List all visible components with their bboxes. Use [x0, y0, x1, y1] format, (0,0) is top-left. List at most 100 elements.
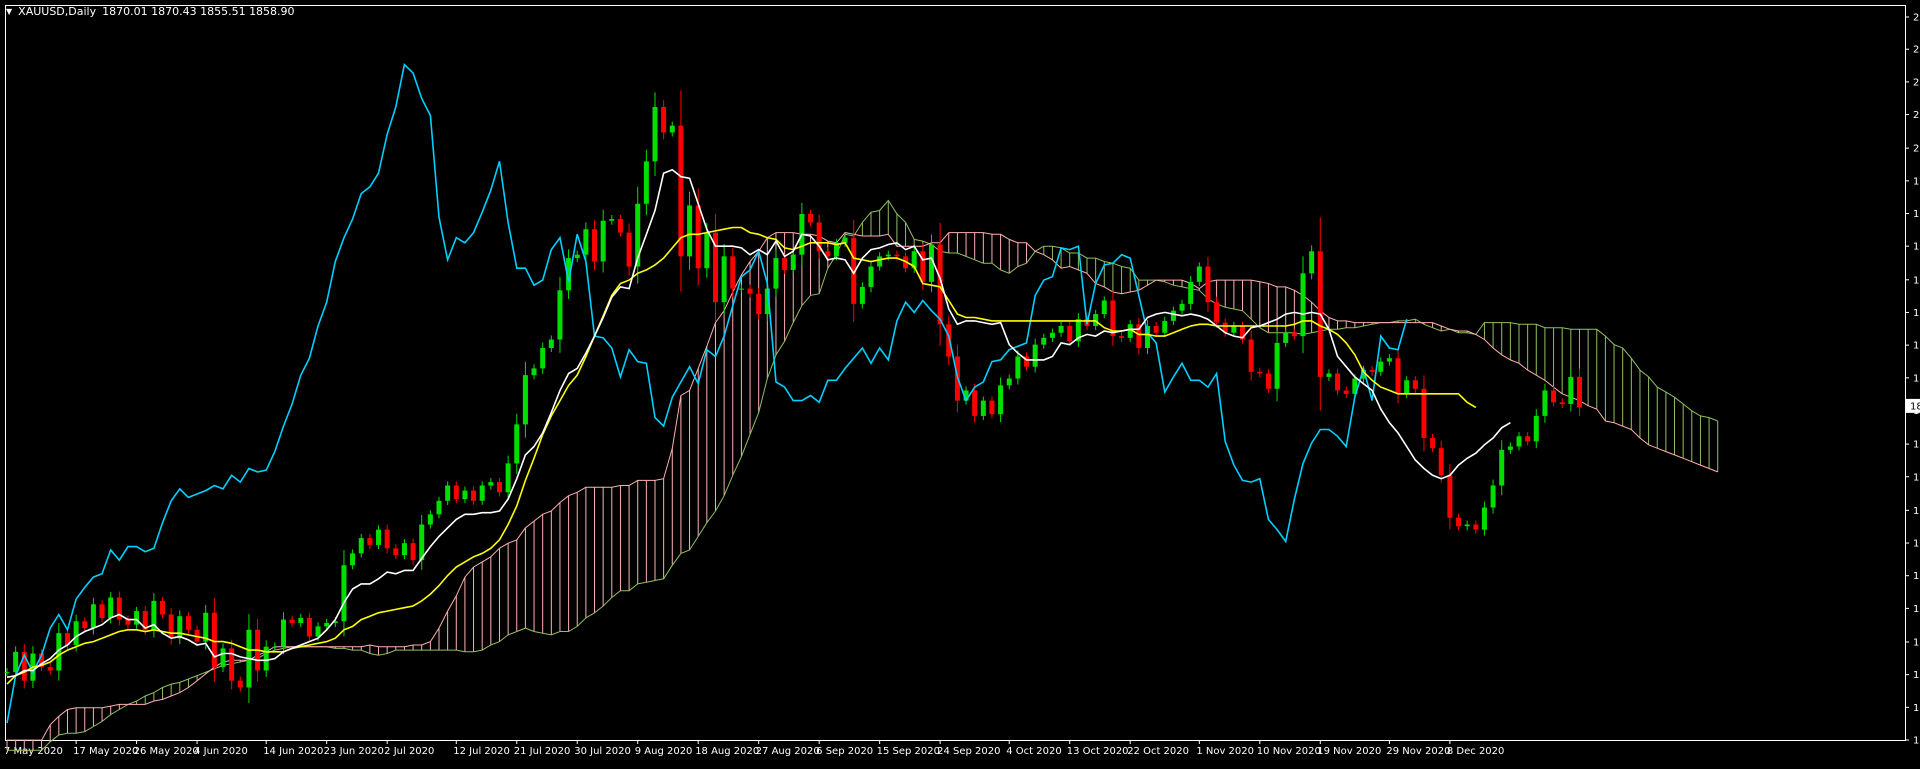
candle: [471, 486, 477, 505]
candle: [609, 214, 615, 225]
candle-body: [393, 548, 399, 556]
candle: [237, 676, 243, 692]
candle-body: [531, 368, 537, 376]
candle-body: [756, 293, 762, 315]
candle-body: [1335, 373, 1341, 391]
tenkan-sen-line: [6, 168, 1511, 679]
candle-body: [626, 232, 632, 267]
candle-body: [73, 621, 79, 646]
candle: [998, 377, 1004, 423]
y-tick-label: 1700.55: [1913, 670, 1920, 681]
candle-body: [1473, 524, 1479, 530]
x-tick-label: 27 Aug 2020: [756, 746, 820, 757]
candle: [1024, 352, 1030, 371]
y-tick-label: 1953.00: [1913, 242, 1920, 253]
candle-body: [1067, 325, 1073, 342]
candle: [1170, 306, 1176, 325]
y-tick-label: 1894.70: [1913, 341, 1920, 352]
candle-body: [989, 400, 995, 415]
candle-body: [445, 485, 451, 501]
candle-body: [583, 229, 589, 255]
candle-body: [790, 254, 796, 270]
candle-body: [894, 254, 900, 257]
symbol-name: XAUUSD,Daily: [18, 5, 97, 18]
candle-body: [1093, 314, 1099, 326]
candle: [669, 121, 675, 137]
candle-body: [540, 348, 546, 369]
x-tick-label: 4 Jun 2020: [194, 746, 248, 757]
candle: [652, 92, 658, 176]
x-tick-label: 15 Sep 2020: [877, 746, 940, 757]
candle: [488, 478, 494, 490]
candle: [1067, 321, 1073, 346]
candle-body: [998, 385, 1004, 415]
candle: [1162, 316, 1168, 337]
senkou-span-b-line: [7, 232, 1718, 741]
price-chart[interactable]: 2088.03 2069.05 2049.80 2030.55 2010.75 1991.…: [0, 0, 1920, 769]
candle-body: [272, 646, 278, 648]
y-tick-label: 1662.05: [1913, 736, 1920, 747]
candle-body: [453, 485, 459, 500]
candle-body: [1499, 449, 1505, 486]
y-tick-label: 1991.50: [1913, 176, 1920, 187]
candle-body: [384, 529, 390, 549]
candle-body: [557, 290, 563, 340]
chart-window[interactable]: 2088.03 2069.05 2049.80 2030.55 2010.75 1991.…: [0, 0, 1920, 769]
candle: [1525, 432, 1531, 446]
candle-body: [1456, 517, 1462, 527]
x-tick-label: 13 Oct 2020: [1067, 746, 1129, 757]
candle: [1041, 333, 1047, 349]
candle: [185, 612, 191, 634]
x-tick-label: 14 Jun 2020: [263, 746, 323, 757]
candle: [1265, 369, 1271, 393]
candle-body: [280, 619, 286, 647]
x-tick-label: 10 Nov 2020: [1257, 746, 1321, 757]
collapse-triangle-icon[interactable]: ▼: [6, 7, 12, 16]
candle-body: [488, 482, 494, 486]
candle-body: [177, 616, 183, 639]
x-tick-label: 9 Aug 2020: [635, 746, 693, 757]
y-tick-label: 1972.25: [1913, 209, 1920, 220]
candle-body: [108, 597, 114, 618]
candle: [1386, 354, 1392, 366]
candle-body: [695, 205, 701, 269]
candle-body: [808, 213, 814, 223]
x-tick-label: 22 Oct 2020: [1127, 746, 1189, 757]
candle-body: [1196, 266, 1202, 282]
y-tick-label: 1758.85: [1913, 571, 1920, 582]
candle: [816, 214, 822, 260]
candle: [1473, 520, 1479, 534]
candle: [522, 361, 528, 438]
candle: [1291, 328, 1297, 341]
candle-body: [1507, 446, 1513, 450]
candle: [298, 613, 304, 628]
candle: [1240, 321, 1246, 344]
x-tick-label: 6 Sep 2020: [816, 746, 873, 757]
candle-body: [972, 390, 978, 416]
candle: [82, 617, 88, 633]
candle: [1205, 256, 1211, 312]
candle: [453, 481, 459, 504]
candle: [1283, 328, 1289, 347]
y-tick-label: 1681.30: [1913, 703, 1920, 714]
y-tick-label: 2049.80: [1913, 77, 1920, 88]
candle-body: [1438, 448, 1444, 476]
candle-body: [315, 626, 321, 637]
candle: [1006, 374, 1012, 390]
candle-body: [479, 485, 485, 501]
candle: [1490, 479, 1496, 514]
candle: [436, 496, 442, 519]
candle-body: [592, 229, 598, 262]
candle-body: [721, 256, 727, 303]
candle: [1404, 376, 1410, 398]
candle-body: [609, 219, 615, 221]
candle-body: [211, 612, 217, 668]
candle: [514, 413, 520, 474]
candle-body: [1179, 303, 1185, 311]
candle: [635, 186, 641, 284]
candle: [773, 249, 779, 297]
y-tick-label: 2010.75: [1913, 144, 1920, 155]
candle: [1421, 375, 1427, 452]
current-price-label: 1858.90: [1910, 401, 1920, 412]
candle: [1343, 386, 1349, 398]
